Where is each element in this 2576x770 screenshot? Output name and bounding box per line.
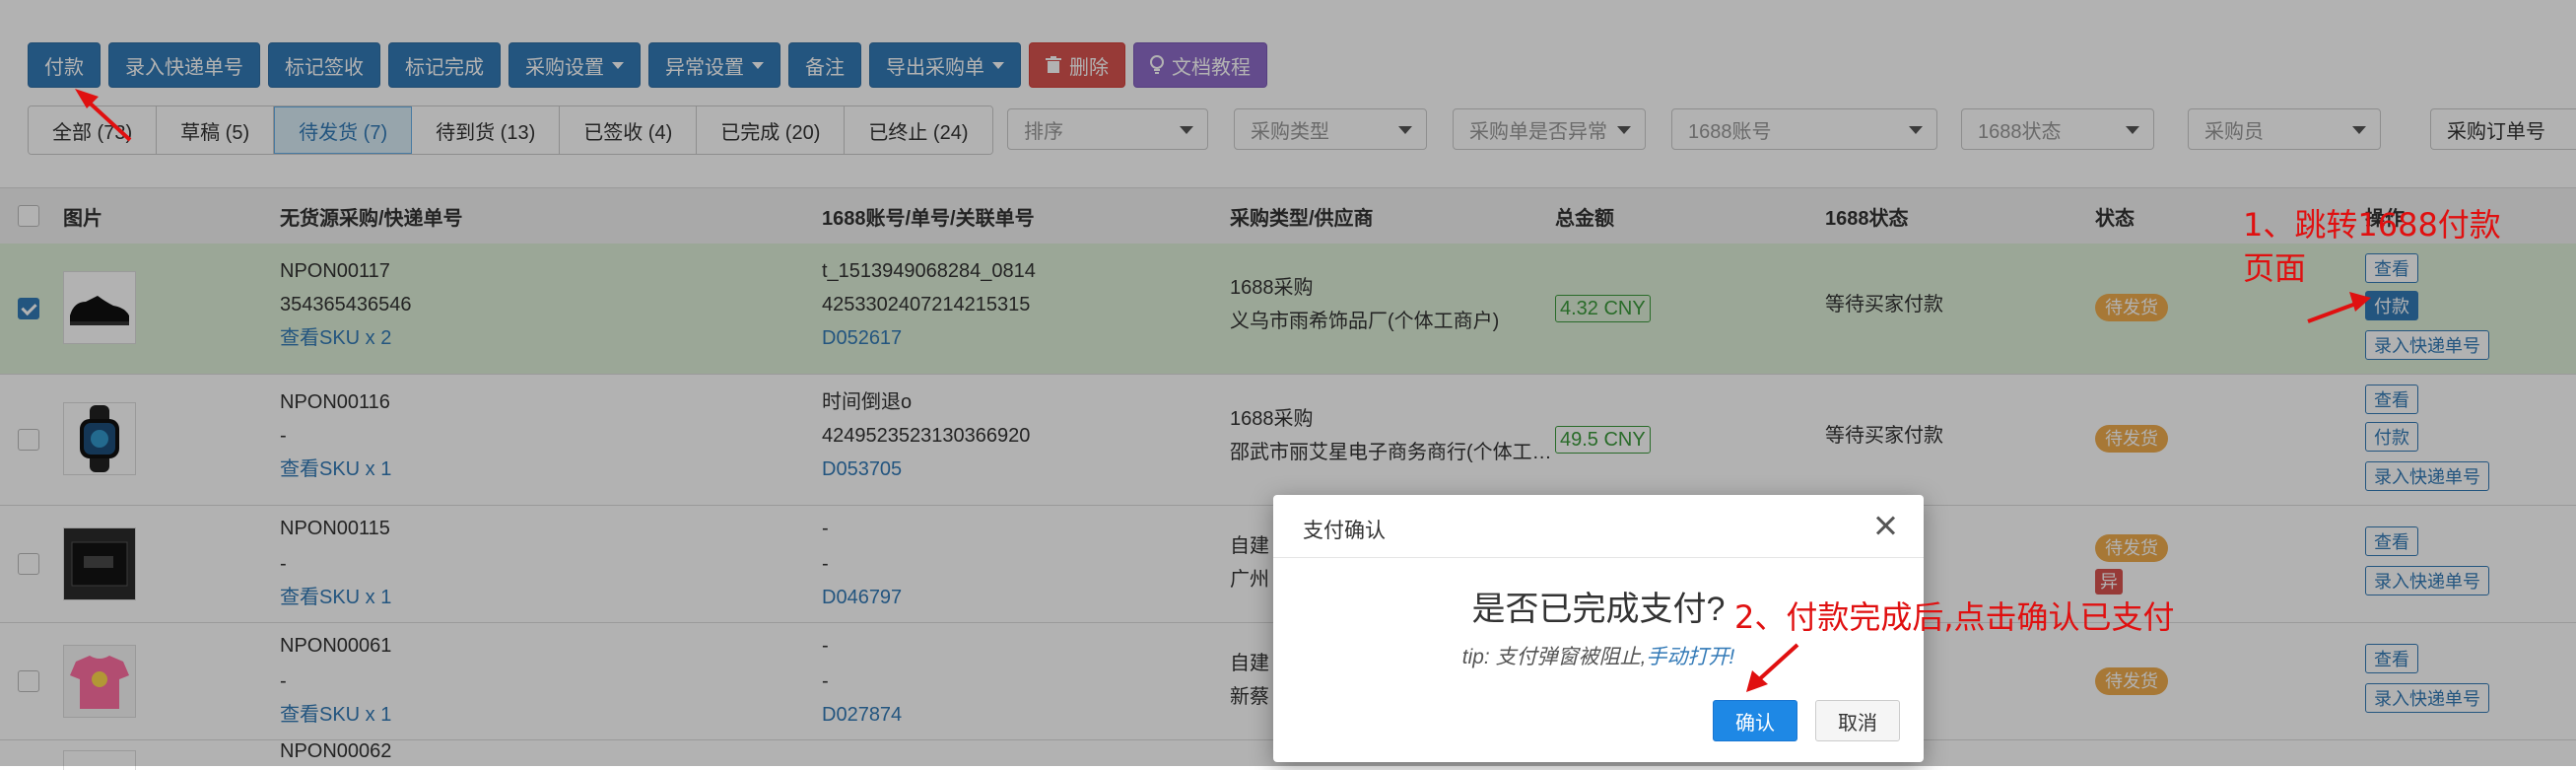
close-icon[interactable] [1870,511,1900,540]
manual-open-link[interactable]: 手动打开! [1646,646,1734,668]
cancel-button[interactable]: 取消 [1815,700,1900,741]
annotation-step1: 1、跳转1688付款 页面 [2243,206,2501,287]
annotation-step2: 2、付款完成后,点击确认已支付 [1734,598,2175,636]
purchase-order-page: 付款 录入快递单号 标记签收 标记完成 采购设置 异常设置 备注 导出采购单 删… [0,0,2576,770]
dialog-title: 支付确认 [1303,520,1386,542]
dialog-header: 支付确认 [1273,495,1924,558]
dialog-tip: tip: 支付弹窗被阻止,手动打开! [1461,646,1735,668]
confirm-button[interactable]: 确认 [1713,700,1797,741]
